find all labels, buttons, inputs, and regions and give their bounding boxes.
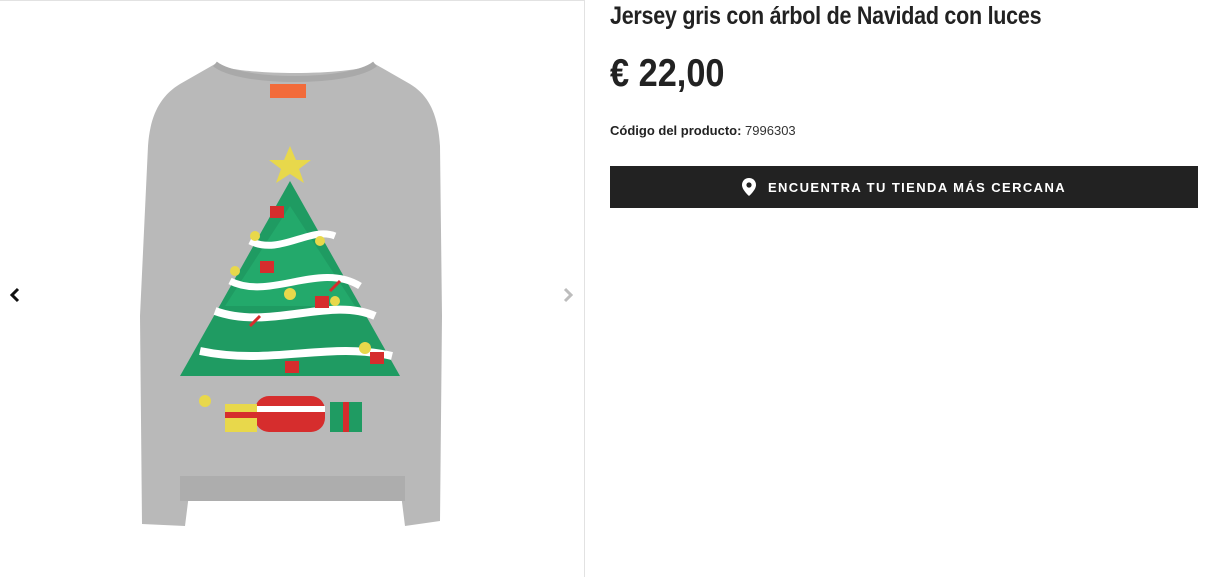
product-code-value: 7996303: [745, 123, 796, 138]
gallery-prev-button[interactable]: [4, 283, 26, 307]
gallery-next-button[interactable]: [557, 283, 579, 307]
product-gallery: [0, 0, 585, 577]
find-nearest-store-label: ENCUENTRA TU TIENDA MÁS CERCANA: [767, 179, 1067, 195]
product-code: Código del producto: 7996303: [610, 123, 796, 138]
tree-pot: [255, 396, 325, 432]
product-price: € 22,00: [610, 52, 725, 95]
product-code-label: Código del producto:: [610, 123, 742, 138]
find-nearest-store-button[interactable]: ENCUENTRA TU TIENDA MÁS CERCANA: [610, 166, 1198, 208]
product-title: Jersey gris con árbol de Navidad con luc…: [610, 2, 1042, 30]
neck-label: [270, 84, 306, 98]
product-image[interactable]: [130, 56, 460, 536]
map-pin-icon: [741, 178, 756, 196]
chevron-left-icon: [9, 287, 20, 303]
chevron-right-icon: [563, 287, 574, 303]
